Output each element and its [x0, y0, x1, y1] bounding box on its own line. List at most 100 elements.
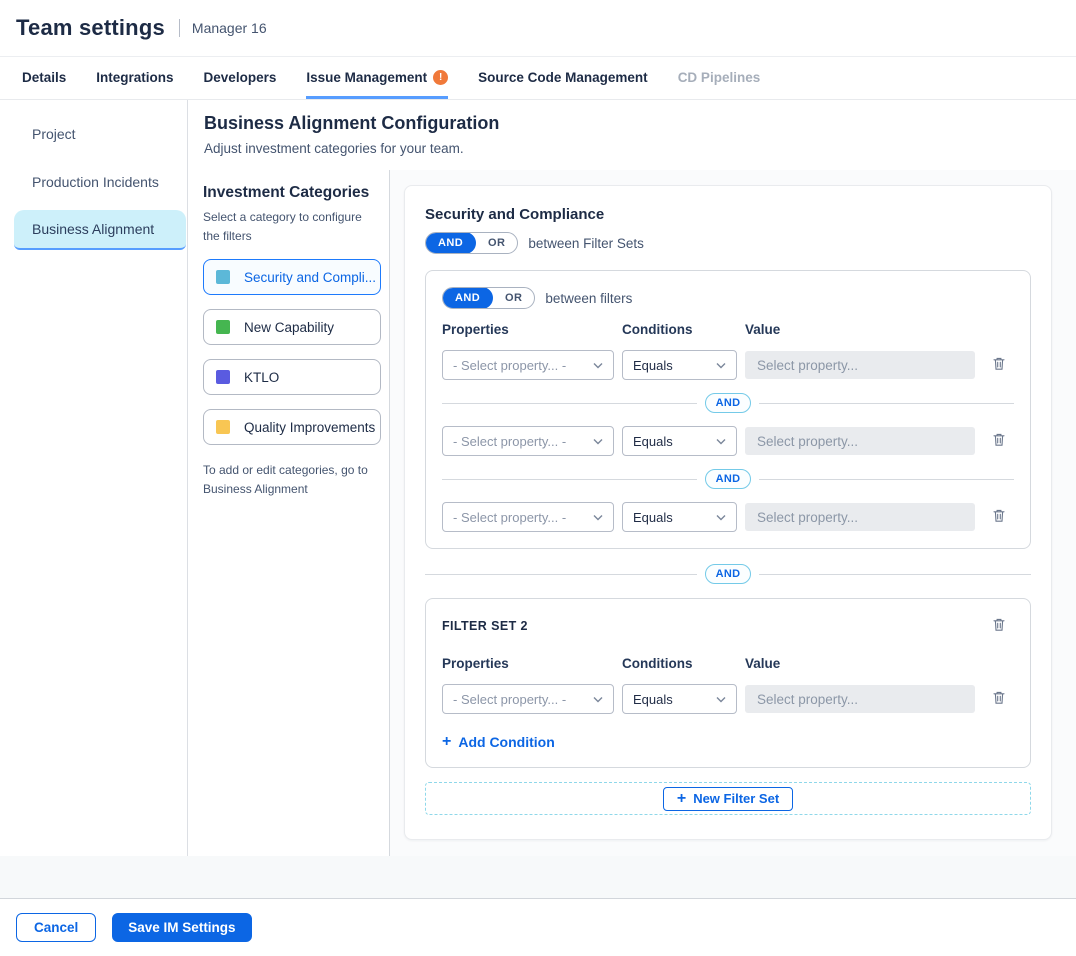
chevron-down-icon: [716, 696, 726, 703]
and-separator: AND: [442, 469, 1014, 489]
trash-icon: [992, 690, 1006, 708]
right-region: Business Alignment Configuration Adjust …: [188, 100, 1076, 856]
categories-footnote: To add or edit categories, go to Busines…: [203, 461, 371, 499]
value-input[interactable]: [745, 351, 975, 379]
filter-row: - Select property... - Equals: [442, 426, 1014, 456]
and-or-toggle[interactable]: AND OR: [425, 232, 518, 254]
and-separator-pill: AND: [705, 469, 752, 489]
category-button-security-and-compliance[interactable]: Security and Compli...: [203, 259, 381, 295]
condition-select[interactable]: Equals: [622, 502, 737, 532]
and-toggle-option[interactable]: AND: [425, 232, 476, 254]
or-toggle-option[interactable]: OR: [476, 237, 517, 249]
category-color-swatch: [216, 420, 230, 434]
page-header: Team settings Manager 16: [0, 0, 1076, 57]
category-button-new-capability[interactable]: New Capability: [203, 309, 381, 345]
conditions-column-header: Conditions: [622, 322, 737, 337]
or-toggle-option[interactable]: OR: [493, 292, 534, 304]
trash-icon: [992, 356, 1006, 374]
filter-set-2-title: FILTER SET 2: [442, 619, 528, 633]
condition-select[interactable]: Equals: [622, 426, 737, 456]
categories-title: Investment Categories: [203, 184, 389, 202]
property-select[interactable]: - Select property... -: [442, 684, 614, 714]
condition-select[interactable]: Equals: [622, 684, 737, 714]
tab-issue-management[interactable]: Issue Management !: [306, 57, 448, 99]
properties-column-header: Properties: [442, 322, 614, 337]
value-input[interactable]: [745, 685, 975, 713]
and-or-toggle[interactable]: AND OR: [442, 287, 535, 309]
property-select[interactable]: - Select property... -: [442, 426, 614, 456]
category-color-swatch: [216, 320, 230, 334]
filter-sets-operator-row: AND OR between Filter Sets: [425, 232, 1031, 254]
add-condition-button[interactable]: + Add Condition: [442, 734, 555, 750]
content-row: Investment Categories Select a category …: [188, 170, 1076, 856]
sidebar-item-production-incidents[interactable]: Production Incidents: [0, 158, 187, 206]
cancel-button[interactable]: Cancel: [16, 913, 96, 942]
condition-select[interactable]: Equals: [622, 350, 737, 380]
plus-icon: +: [442, 734, 451, 750]
value-input[interactable]: [745, 503, 975, 531]
value-column-header: Value: [745, 656, 975, 671]
settings-sidebar: Project Production Incidents Business Al…: [0, 100, 188, 856]
category-button-quality-improvements[interactable]: Quality Improvements: [203, 409, 381, 445]
chevron-down-icon: [593, 438, 603, 445]
filters-operator-row: AND OR between filters: [442, 287, 1014, 309]
warning-icon: !: [433, 70, 448, 85]
filter-set-1: AND OR between filters Properties Condit…: [425, 270, 1031, 549]
delete-filter-button[interactable]: [990, 354, 1008, 376]
value-input[interactable]: [745, 427, 975, 455]
trash-icon: [992, 432, 1006, 450]
main-content: Project Production Incidents Business Al…: [0, 100, 1076, 856]
and-separator-pill: AND: [705, 393, 752, 413]
delete-filter-button[interactable]: [990, 506, 1008, 528]
sidebar-item-business-alignment[interactable]: Business Alignment: [14, 210, 186, 250]
delete-filter-button[interactable]: [990, 688, 1008, 710]
filter-sets-and-separator: AND: [425, 564, 1031, 584]
chevron-down-icon: [716, 514, 726, 521]
column-headers: Properties Conditions Value: [442, 656, 1014, 671]
category-color-swatch: [216, 370, 230, 384]
filter-row: - Select property... - Equals: [442, 502, 1014, 532]
filter-row: - Select property... - Equals: [442, 350, 1014, 380]
chevron-down-icon: [593, 696, 603, 703]
and-separator: AND: [442, 393, 1014, 413]
category-button-ktlo[interactable]: KTLO: [203, 359, 381, 395]
filter-set-2-header: FILTER SET 2: [442, 615, 1014, 637]
tab-source-code-management[interactable]: Source Code Management: [478, 57, 648, 99]
investment-categories-column: Investment Categories Select a category …: [188, 170, 390, 856]
section-title: Business Alignment Configuration: [204, 113, 1076, 134]
content-header: Business Alignment Configuration Adjust …: [188, 100, 1076, 170]
plus-icon: +: [677, 791, 686, 807]
between-filters-label: between filters: [545, 291, 632, 306]
footer-action-bar: Cancel Save IM Settings: [0, 899, 1076, 956]
section-subtitle: Adjust investment categories for your te…: [204, 141, 1076, 156]
page-title: Team settings: [16, 15, 165, 41]
property-select[interactable]: - Select property... -: [442, 350, 614, 380]
new-filter-set-dropzone: + New Filter Set: [425, 782, 1031, 815]
new-filter-set-button[interactable]: + New Filter Set: [663, 787, 793, 811]
sidebar-item-project[interactable]: Project: [0, 110, 187, 158]
tab-cd-pipelines: CD Pipelines: [678, 57, 761, 99]
filter-panel-card: Security and Compliance AND OR between F…: [404, 185, 1052, 840]
and-separator-pill: AND: [705, 564, 752, 584]
filter-panel-area: Security and Compliance AND OR between F…: [390, 170, 1076, 856]
property-select[interactable]: - Select property... -: [442, 502, 614, 532]
tab-details[interactable]: Details: [22, 57, 66, 99]
value-column-header: Value: [745, 322, 975, 337]
trash-icon: [992, 617, 1006, 635]
filter-set-2: FILTER SET 2 Properties Conditions Value: [425, 598, 1031, 768]
chevron-down-icon: [593, 362, 603, 369]
and-toggle-option[interactable]: AND: [442, 287, 493, 309]
panel-title: Security and Compliance: [425, 206, 1031, 223]
delete-filter-set-button[interactable]: [990, 615, 1008, 637]
conditions-column-header: Conditions: [622, 656, 737, 671]
chevron-down-icon: [593, 514, 603, 521]
tab-integrations[interactable]: Integrations: [96, 57, 173, 99]
chevron-down-icon: [716, 438, 726, 445]
team-name-label: Manager 16: [192, 20, 267, 36]
between-filter-sets-label: between Filter Sets: [528, 236, 644, 251]
save-im-settings-button[interactable]: Save IM Settings: [112, 913, 251, 942]
delete-filter-button[interactable]: [990, 430, 1008, 452]
category-color-swatch: [216, 270, 230, 284]
tab-developers[interactable]: Developers: [204, 57, 277, 99]
properties-column-header: Properties: [442, 656, 614, 671]
